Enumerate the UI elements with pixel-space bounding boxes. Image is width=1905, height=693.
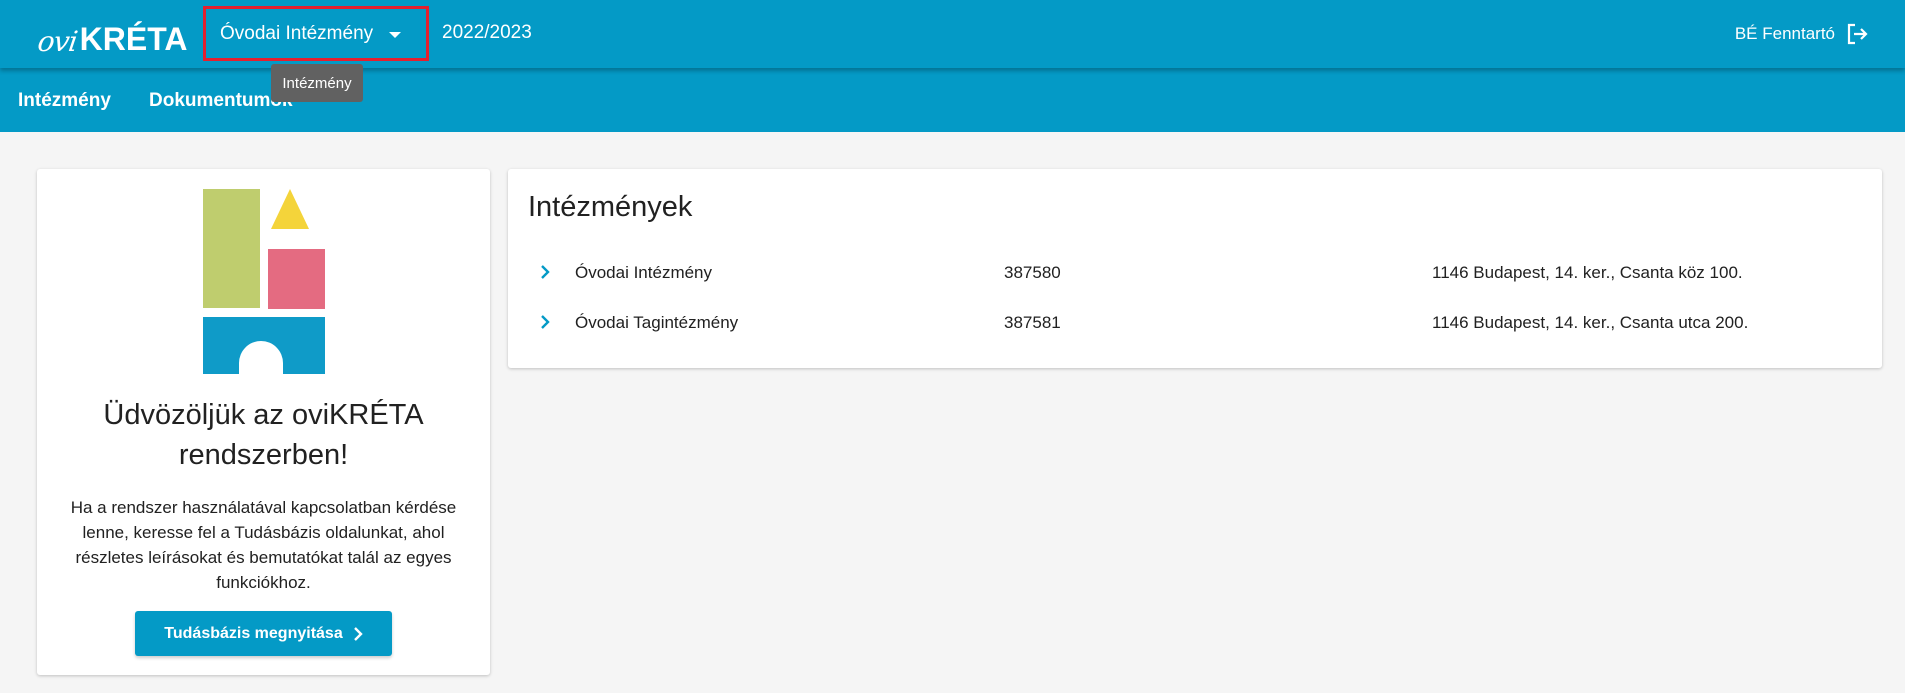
open-knowledge-base-button[interactable]: Tudásbázis megnyitása bbox=[135, 611, 392, 656]
caret-down-icon bbox=[389, 31, 402, 38]
institution-address: 1146 Budapest, 14. ker., Csanta köz 100. bbox=[1432, 263, 1743, 282]
logo-ovi-text: ovi bbox=[35, 25, 79, 58]
logout-icon bbox=[1847, 23, 1868, 45]
chevron-right-icon[interactable] bbox=[540, 264, 550, 280]
chevron-right-icon bbox=[353, 626, 363, 641]
chevron-right-icon[interactable] bbox=[540, 314, 550, 330]
building-blocks-illustration bbox=[203, 189, 325, 374]
nav-item-intezmeny[interactable]: Intézmény bbox=[18, 90, 111, 112]
institution-name: Óvodai Tagintézmény bbox=[575, 313, 739, 332]
welcome-text: Ha a rendszer használatával kapcsolatban… bbox=[70, 498, 457, 592]
institution-tooltip: Intézmény bbox=[271, 64, 363, 102]
institution-select[interactable]: Óvodai Intézmény bbox=[203, 6, 429, 61]
ovikreta-logo[interactable]: ovi KRÉTA bbox=[35, 14, 188, 58]
user-logout-button[interactable]: BÉ Fenntartó bbox=[1735, 18, 1869, 50]
top-app-bar: ovi KRÉTA Óvodai Intézmény 2022/2023 BÉ … bbox=[0, 0, 1905, 68]
user-name: BÉ Fenntartó bbox=[1734, 24, 1835, 43]
institution-code: 387580 bbox=[1004, 263, 1061, 282]
logo-kreta-text: KRÉTA bbox=[79, 21, 188, 57]
institution-address: 1146 Budapest, 14. ker., Csanta utca 200… bbox=[1432, 313, 1749, 332]
institution-select-value: Óvodai Intézmény bbox=[220, 22, 374, 44]
institution-row[interactable]: Óvodai Tagintézmény 387581 1146 Budapest… bbox=[508, 299, 1882, 347]
welcome-title: Üdvözöljük az oviKRÉTA rendszerben! bbox=[103, 399, 424, 471]
institutions-title: Intézmények bbox=[528, 191, 693, 223]
institutions-card: Intézmények Óvodai Intézmény 387580 1146… bbox=[508, 169, 1882, 368]
open-knowledge-base-label: Tudásbázis megnyitása bbox=[164, 624, 343, 642]
institution-row[interactable]: Óvodai Intézmény 387580 1146 Budapest, 1… bbox=[508, 249, 1882, 297]
welcome-card: Üdvözöljük az oviKRÉTA rendszerben! Ha a… bbox=[37, 169, 490, 675]
school-year[interactable]: 2022/2023 bbox=[442, 22, 532, 44]
institution-name: Óvodai Intézmény bbox=[575, 263, 713, 282]
institution-code: 387581 bbox=[1004, 313, 1061, 332]
